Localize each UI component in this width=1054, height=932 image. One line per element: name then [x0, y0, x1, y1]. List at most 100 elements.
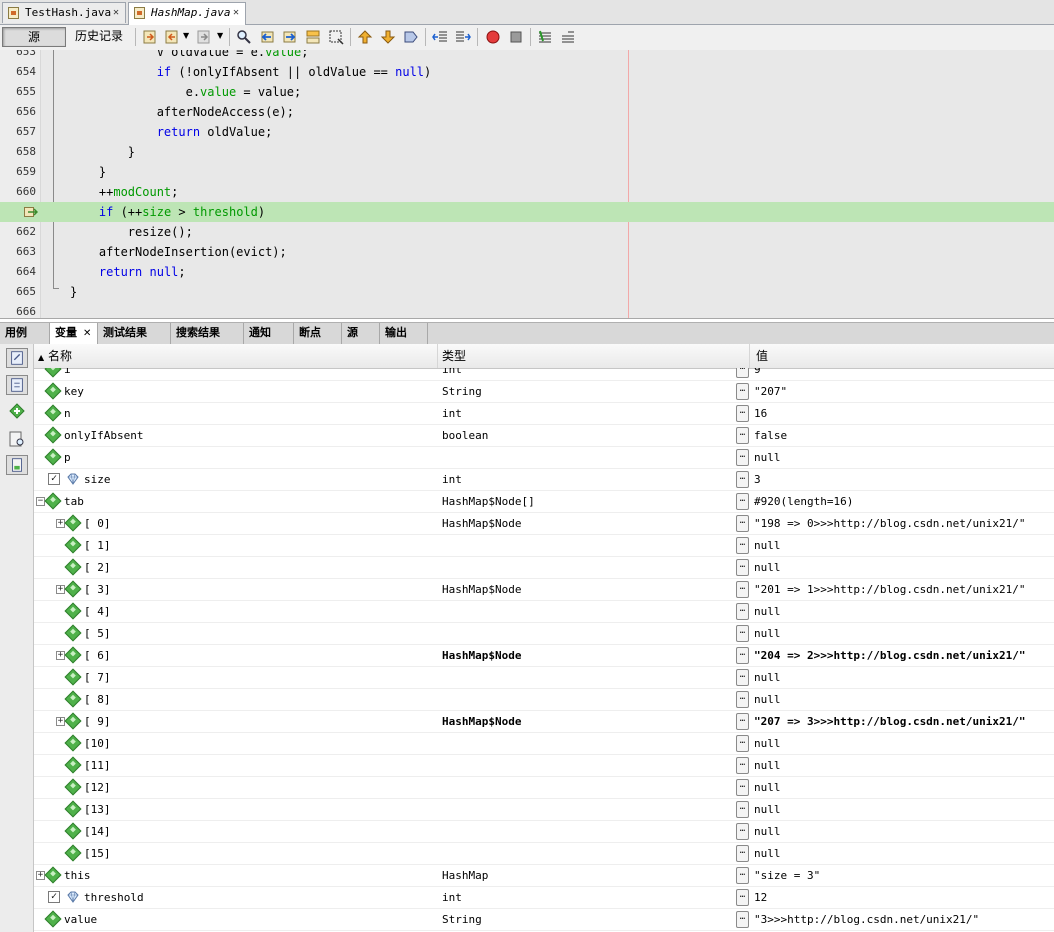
- edit-value-button[interactable]: …: [736, 911, 749, 928]
- new-watch-icon[interactable]: [6, 401, 28, 421]
- edit-value-button[interactable]: …: [736, 757, 749, 774]
- chevron-down-icon[interactable]: ▼: [183, 31, 189, 40]
- code-line[interactable]: 653 V oldValue = e.value;: [0, 50, 1054, 62]
- watch-checkbox[interactable]: ✓: [48, 473, 60, 485]
- edit-value-button[interactable]: …: [736, 581, 749, 598]
- find-icon[interactable]: [236, 29, 252, 45]
- tab-variables[interactable]: 变量 ✕: [50, 323, 98, 344]
- code-line[interactable]: 656 afterNodeAccess(e);: [0, 102, 1054, 122]
- array-element-row[interactable]: [ 7] … null: [34, 667, 1054, 689]
- edit-value-button[interactable]: …: [736, 427, 749, 444]
- edit-value-button[interactable]: …: [736, 449, 749, 466]
- variable-value[interactable]: #920(length=16): [754, 491, 853, 512]
- variable-value[interactable]: null: [754, 821, 781, 842]
- edit-value-button[interactable]: …: [736, 471, 749, 488]
- code-line[interactable]: 660 ++modCount;: [0, 182, 1054, 202]
- shift-right-icon[interactable]: [455, 29, 471, 45]
- code-line[interactable]: 665}: [0, 282, 1054, 302]
- expand-icon[interactable]: +: [36, 871, 45, 880]
- edit-value-button[interactable]: …: [736, 647, 749, 664]
- array-element-row[interactable]: [11] … null: [34, 755, 1054, 777]
- variable-value[interactable]: null: [754, 557, 781, 578]
- variable-value[interactable]: "198 => 0>>>http://blog.csdn.net/unix21/…: [754, 513, 1026, 534]
- expand-icon[interactable]: +: [56, 519, 65, 528]
- edit-value-button[interactable]: …: [736, 669, 749, 686]
- chevron-down-icon[interactable]: ▼: [217, 31, 223, 40]
- variable-row[interactable]: − tab HashMap$Node[] … #920(length=16): [34, 491, 1054, 513]
- tab-test-results[interactable]: 测试结果: [98, 323, 171, 344]
- variable-value[interactable]: 16: [754, 403, 767, 424]
- array-element-row[interactable]: + [ 3] HashMap$Node … "201 => 1>>>http://blo…: [34, 579, 1054, 601]
- tab-sources[interactable]: 源: [342, 323, 380, 344]
- variable-value[interactable]: null: [754, 447, 781, 468]
- show-static-icon[interactable]: [6, 348, 28, 368]
- edit-value-button[interactable]: …: [736, 368, 749, 378]
- edit-value-button[interactable]: …: [736, 801, 749, 818]
- code-editor[interactable]: 653 V oldValue = e.value; 654 if (!onlyIf…: [0, 50, 1054, 319]
- array-element-row[interactable]: [ 4] … null: [34, 601, 1054, 623]
- code-line[interactable]: 666: [0, 302, 1054, 318]
- array-element-row[interactable]: [ 5] … null: [34, 623, 1054, 645]
- variable-value[interactable]: 3: [754, 469, 761, 490]
- array-element-row[interactable]: + [ 0] HashMap$Node … "198 => 0>>>http://blo…: [34, 513, 1054, 535]
- array-element-row[interactable]: [ 2] … null: [34, 557, 1054, 579]
- toggle-highlight-icon[interactable]: [305, 29, 321, 45]
- expand-icon[interactable]: +: [56, 585, 65, 594]
- array-element-row[interactable]: + [ 6] HashMap$Node … "204 => 2>>>http://blo…: [34, 645, 1054, 667]
- edit-value-button[interactable]: …: [736, 779, 749, 796]
- edit-value-button[interactable]: …: [736, 559, 749, 576]
- array-element-row[interactable]: [14] … null: [34, 821, 1054, 843]
- variable-value[interactable]: "3>>>http://blog.csdn.net/unix21/": [754, 909, 979, 930]
- variable-value[interactable]: "207": [754, 381, 787, 402]
- tab-search-results[interactable]: 搜索结果: [171, 323, 244, 344]
- collapse-icon[interactable]: −: [36, 497, 45, 506]
- history-button[interactable]: 历史记录: [68, 27, 130, 47]
- edit-value-button[interactable]: …: [736, 515, 749, 532]
- close-icon[interactable]: ✕: [83, 328, 91, 339]
- watch-checkbox[interactable]: ✓: [48, 891, 60, 903]
- code-line[interactable]: 664 return null;: [0, 262, 1054, 282]
- array-element-row[interactable]: [ 1] … null: [34, 535, 1054, 557]
- last-edit-icon[interactable]: [142, 29, 158, 45]
- evaluate-expression-icon[interactable]: [6, 429, 28, 449]
- find-next-icon[interactable]: [282, 29, 298, 45]
- variable-value[interactable]: "size = 3": [754, 865, 820, 886]
- current-line[interactable]: if (++size > threshold): [0, 202, 1054, 222]
- expand-icon[interactable]: +: [56, 651, 65, 660]
- code-line[interactable]: 658 }: [0, 142, 1054, 162]
- tab-output[interactable]: 输出: [380, 323, 428, 344]
- variable-value[interactable]: 12: [754, 887, 767, 908]
- variable-value[interactable]: null: [754, 601, 781, 622]
- edit-value-button[interactable]: …: [736, 537, 749, 554]
- toggle-bookmark-icon[interactable]: [403, 29, 419, 45]
- variable-value[interactable]: null: [754, 535, 781, 556]
- variable-row[interactable]: key String … "207": [34, 381, 1054, 403]
- variable-value[interactable]: null: [754, 755, 781, 776]
- variable-value[interactable]: "204 => 2>>>http://blog.csdn.net/unix21/…: [754, 645, 1026, 666]
- edit-value-button[interactable]: …: [736, 845, 749, 862]
- variable-value[interactable]: null: [754, 689, 781, 710]
- edit-value-button[interactable]: …: [736, 823, 749, 840]
- variable-row[interactable]: + this HashMap … "size = 3": [34, 865, 1054, 887]
- column-type-header[interactable]: 类型: [438, 344, 750, 368]
- variable-row[interactable]: onlyIfAbsent boolean … false: [34, 425, 1054, 447]
- edit-value-button[interactable]: …: [736, 493, 749, 510]
- variable-value[interactable]: "207 => 3>>>http://blog.csdn.net/unix21/…: [754, 711, 1026, 732]
- close-icon[interactable]: ✕: [113, 3, 119, 23]
- variable-row[interactable]: ✓ size int … 3: [34, 469, 1054, 491]
- code-line[interactable]: 654 if (!onlyIfAbsent || oldValue == nul…: [0, 62, 1054, 82]
- variable-value[interactable]: null: [754, 799, 781, 820]
- variable-value[interactable]: false: [754, 425, 787, 446]
- array-element-row[interactable]: [ 8] … null: [34, 689, 1054, 711]
- next-bookmark-icon[interactable]: [380, 29, 396, 45]
- show-inherited-icon[interactable]: [6, 375, 28, 395]
- edit-value-button[interactable]: …: [736, 735, 749, 752]
- variable-value[interactable]: null: [754, 667, 781, 688]
- select-icon[interactable]: [328, 29, 344, 45]
- edit-value-button[interactable]: …: [736, 405, 749, 422]
- variable-value[interactable]: null: [754, 777, 781, 798]
- variable-row[interactable]: value String … "3>>>http://blog.csdn.net/un…: [34, 909, 1054, 931]
- edit-value-button[interactable]: …: [736, 691, 749, 708]
- edit-value-button[interactable]: …: [736, 603, 749, 620]
- code-line[interactable]: 659 }: [0, 162, 1054, 182]
